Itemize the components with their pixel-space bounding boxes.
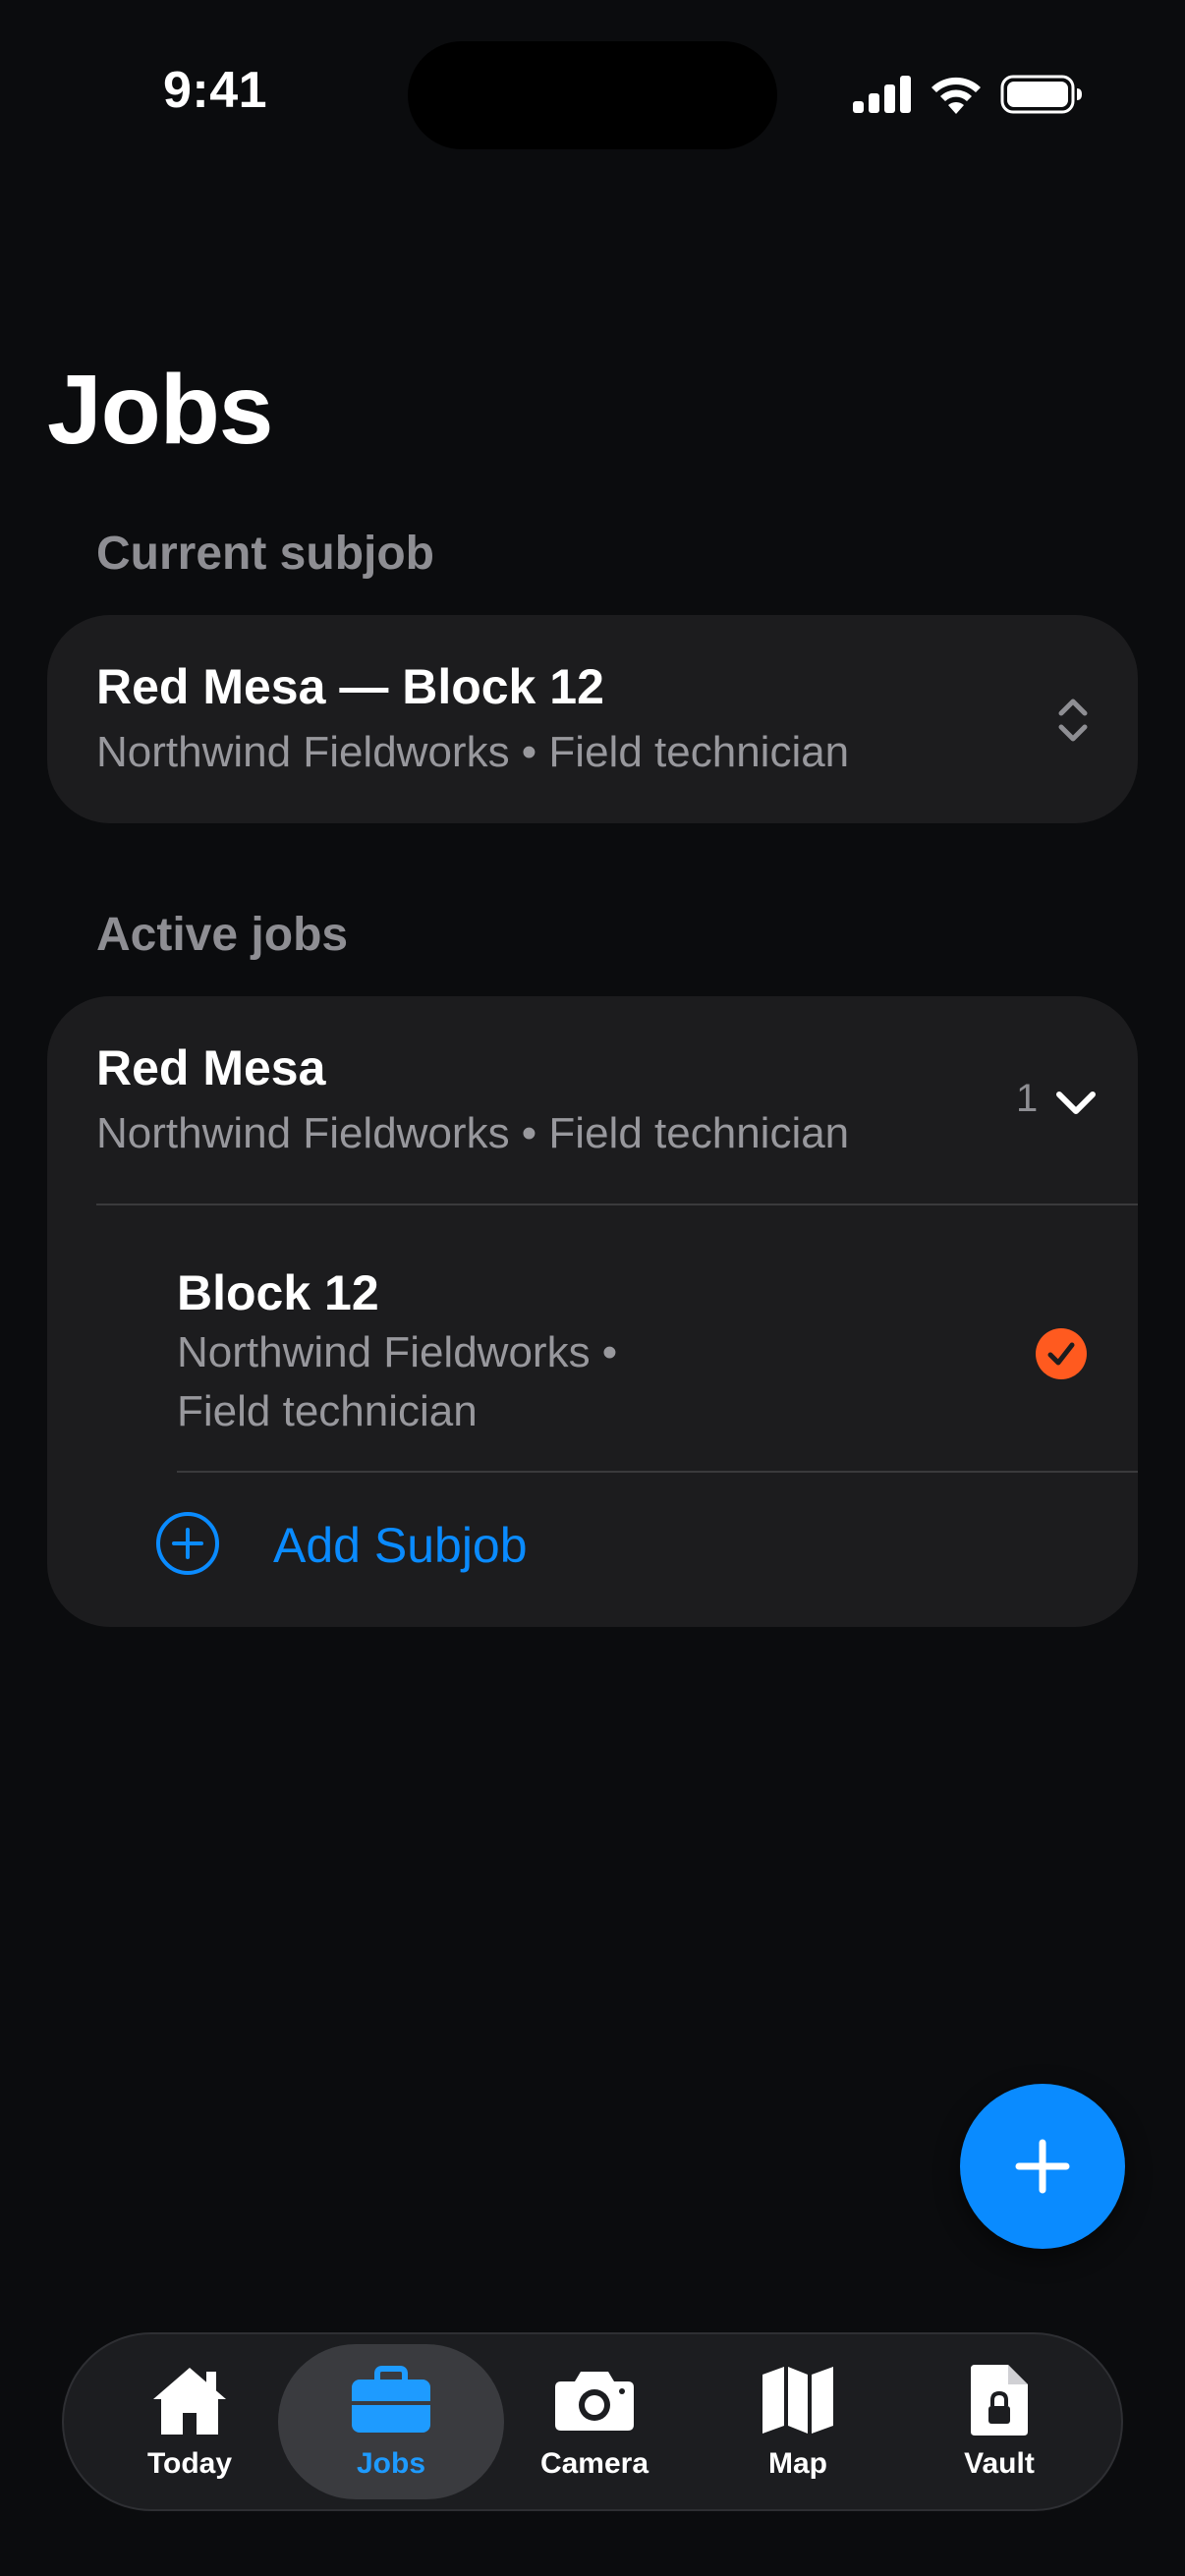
job-row-red-mesa[interactable]: Red Mesa Northwind Fieldworks • Field te… xyxy=(47,996,1138,1204)
add-subjob-button[interactable]: Add Subjob xyxy=(47,1474,1138,1627)
plus-icon xyxy=(1015,2139,1070,2194)
briefcase-icon xyxy=(350,2363,432,2437)
checkmark-selected-icon xyxy=(1036,1328,1087,1379)
battery-icon xyxy=(1000,75,1082,114)
current-subjob-card[interactable]: Red Mesa — Block 12 Northwind Fieldworks… xyxy=(47,615,1138,823)
job-title: Red Mesa xyxy=(96,1040,326,1095)
subjob-title: Block 12 xyxy=(177,1265,379,1320)
map-icon xyxy=(757,2363,839,2437)
status-bar: 9:41 xyxy=(0,0,1185,187)
page-title: Jobs xyxy=(47,355,273,465)
house-icon xyxy=(148,2363,231,2437)
subjob-divider xyxy=(177,1471,1138,1473)
dynamic-island xyxy=(408,41,777,149)
subjob-count: 1 xyxy=(1016,1077,1039,1120)
tab-vault[interactable]: Vault xyxy=(886,2344,1112,2499)
subjob-subtitle-line1: Northwind Fieldworks • xyxy=(177,1328,618,1376)
current-subjob-title: Red Mesa — Block 12 xyxy=(96,659,604,714)
status-time: 9:41 xyxy=(163,62,268,119)
plus-circle-icon xyxy=(156,1512,219,1575)
subjob-subtitle-line2: Field technician xyxy=(177,1387,478,1435)
current-subjob-subtitle: Northwind Fieldworks • Field technician xyxy=(96,728,850,776)
tab-today-label: Today xyxy=(146,2447,233,2480)
locked-document-icon xyxy=(958,2363,1041,2437)
tab-jobs-label: Jobs xyxy=(356,2447,426,2480)
add-job-fab[interactable] xyxy=(960,2084,1125,2249)
tab-vault-label: Vault xyxy=(964,2447,1035,2480)
active-jobs-section-label: Active jobs xyxy=(96,909,349,961)
chevron-down-icon[interactable] xyxy=(1053,1087,1099,1118)
tab-bar: Today Jobs Camera Map Vault xyxy=(62,2332,1123,2511)
tab-camera-label: Camera xyxy=(539,2447,649,2480)
active-jobs-card: Red Mesa Northwind Fieldworks • Field te… xyxy=(47,996,1138,1627)
tab-map[interactable]: Map xyxy=(685,2344,911,2499)
cellular-signal-icon xyxy=(853,76,911,113)
tab-jobs[interactable]: Jobs xyxy=(278,2344,504,2499)
subjob-row-block-12[interactable]: Block 12 Northwind Fieldworks • Field te… xyxy=(47,1205,1138,1461)
wifi-icon xyxy=(931,77,981,114)
tab-camera[interactable]: Camera xyxy=(481,2344,707,2499)
tab-map-label: Map xyxy=(768,2447,827,2480)
status-icons xyxy=(853,75,1083,114)
add-subjob-label: Add Subjob xyxy=(273,1518,528,1573)
current-subjob-section-label: Current subjob xyxy=(96,528,434,580)
job-subtitle: Northwind Fieldworks • Field technician xyxy=(96,1109,850,1157)
tab-today[interactable]: Today xyxy=(77,2344,303,2499)
camera-icon xyxy=(553,2363,636,2437)
chevron-up-down-icon xyxy=(1058,699,1088,742)
